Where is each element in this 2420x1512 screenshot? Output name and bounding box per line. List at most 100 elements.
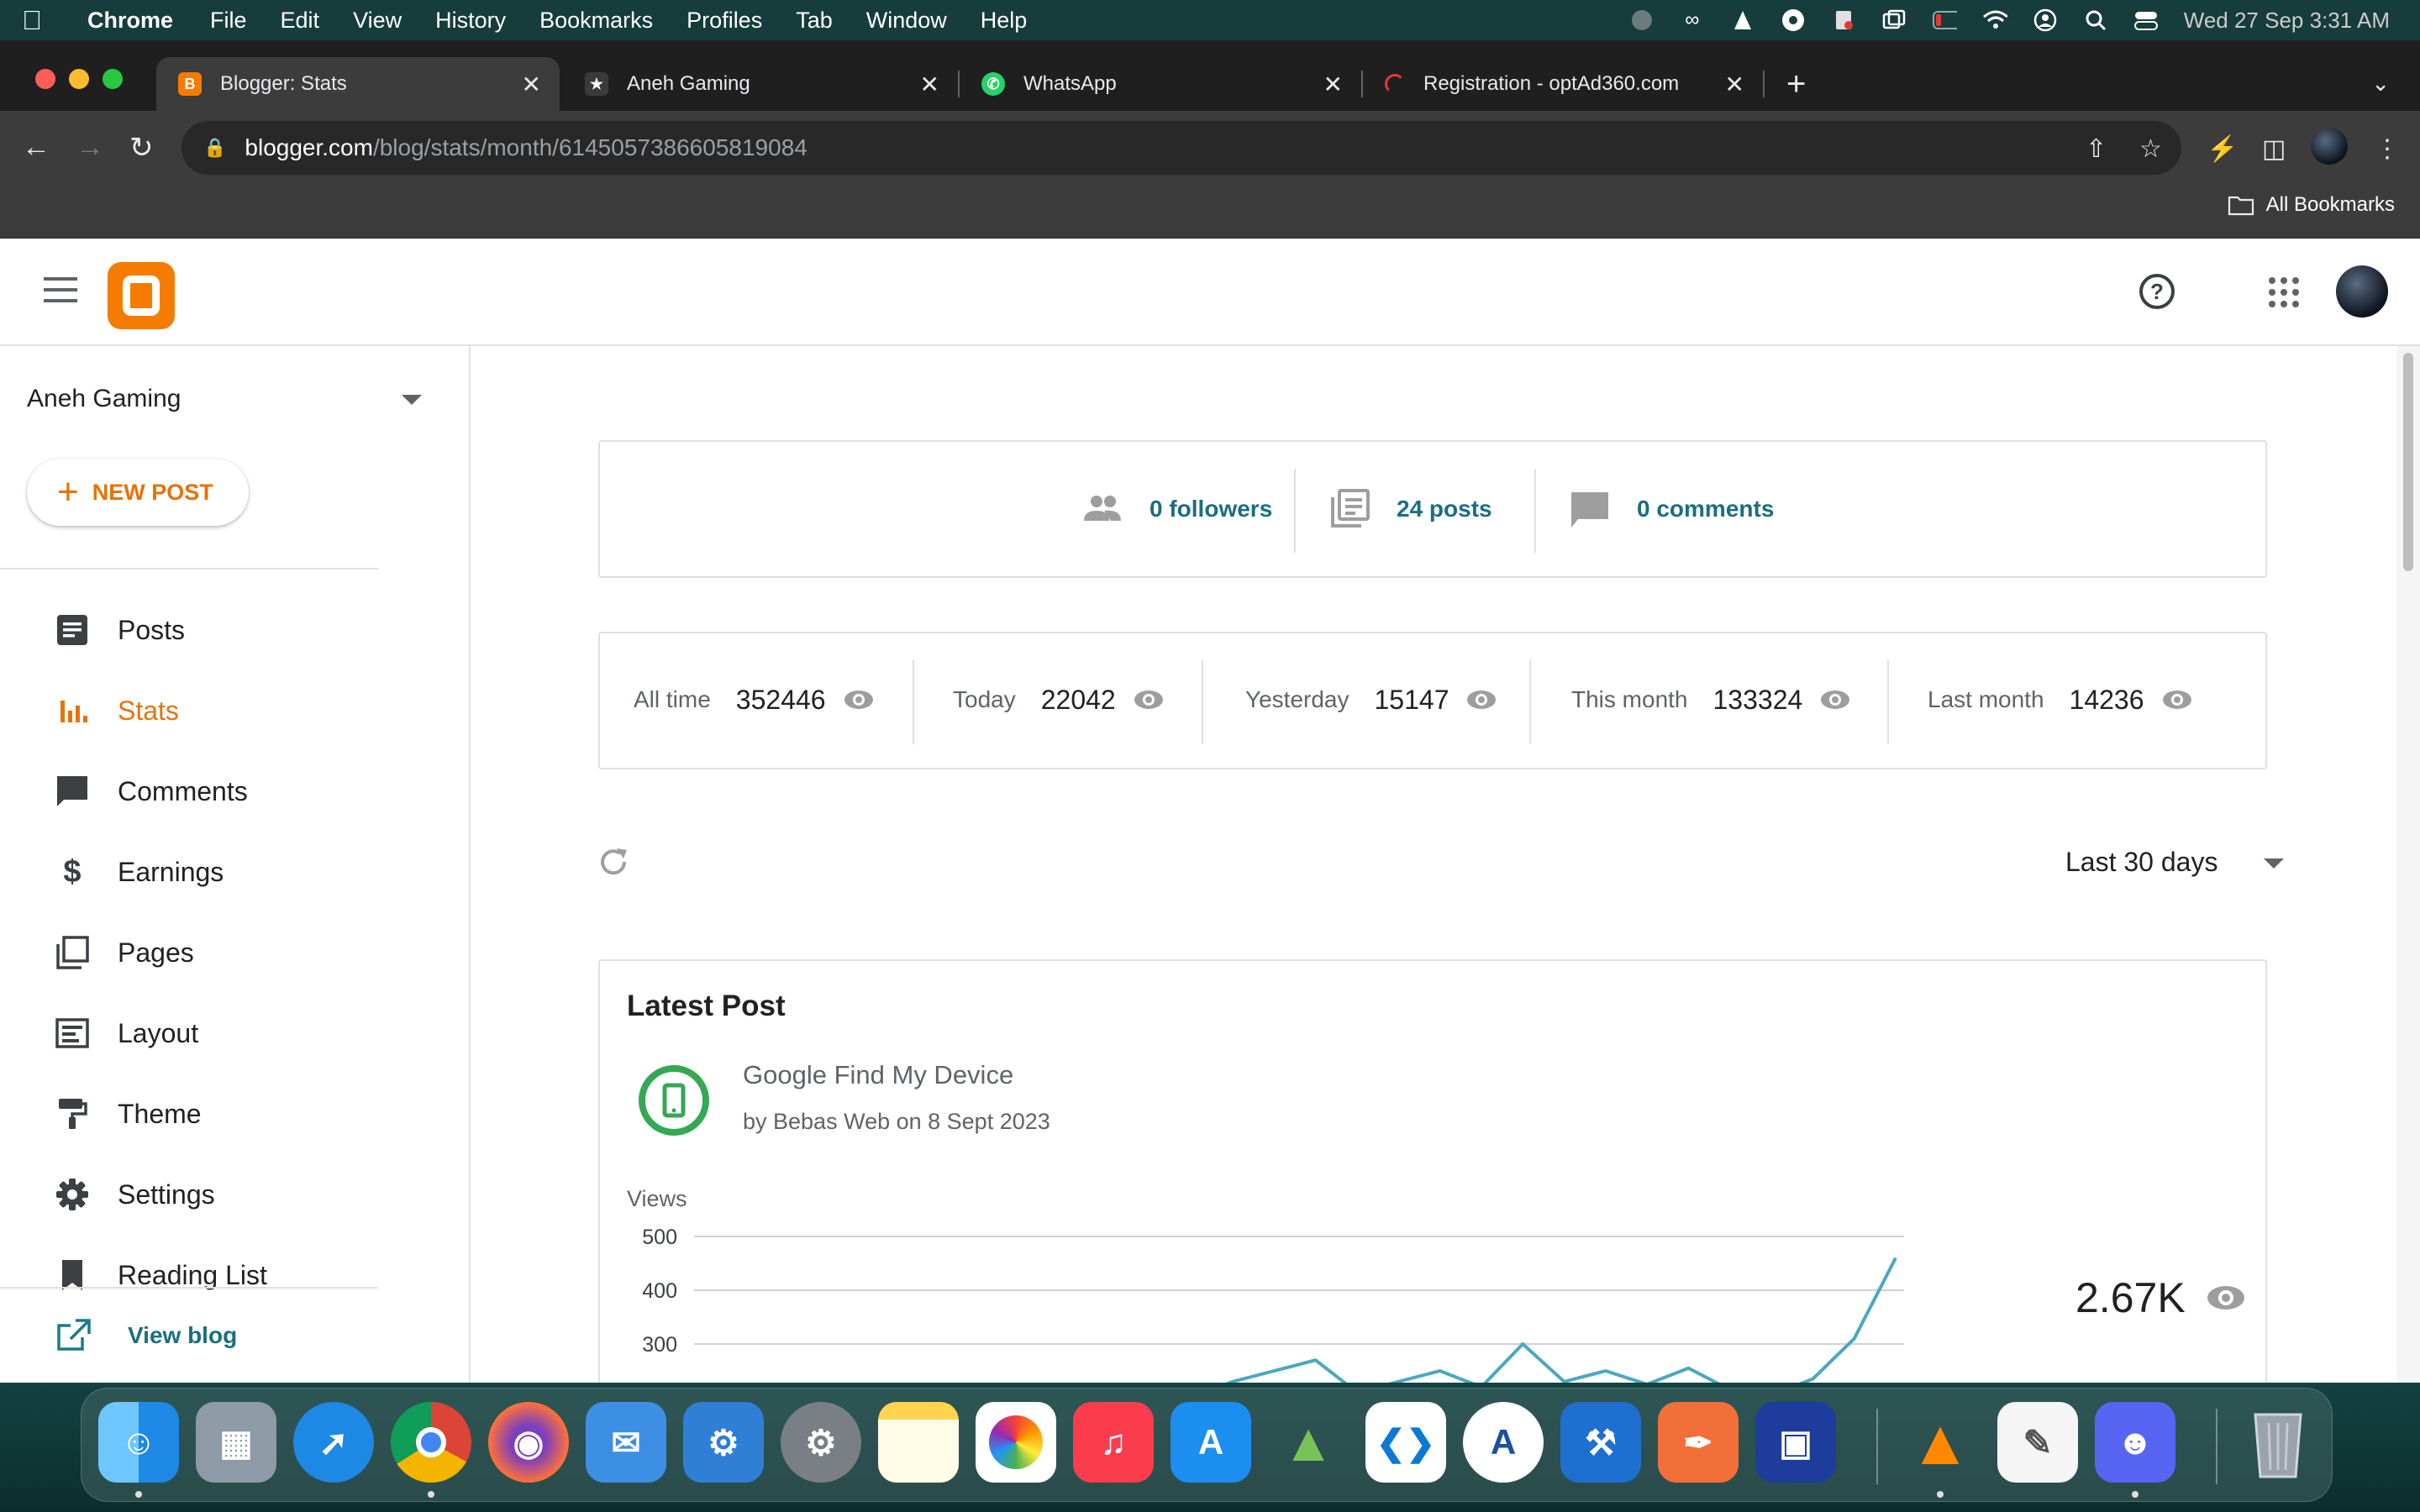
window-minimize-button[interactable] bbox=[69, 69, 89, 89]
blog-selector[interactable]: Aneh Gaming bbox=[27, 385, 181, 413]
tab-optad360-registration[interactable]: Registration - optAd360.com ✕ bbox=[1363, 60, 1763, 108]
control-center-icon[interactable] bbox=[2133, 8, 2159, 33]
new-post-button[interactable]: + NEW POST bbox=[27, 459, 249, 526]
reload-icon[interactable]: ↻ bbox=[129, 131, 154, 165]
hamburger-menu-icon[interactable] bbox=[44, 277, 77, 302]
virtualization-icon[interactable]: ▣ bbox=[1755, 1402, 1836, 1483]
vscode-icon[interactable]: ❮❯ bbox=[1365, 1402, 1446, 1483]
back-arrow-icon[interactable]: ← bbox=[22, 131, 50, 164]
help-icon[interactable]: ? bbox=[2139, 274, 2175, 309]
trash-icon[interactable] bbox=[2238, 1402, 2318, 1483]
date-range-select[interactable]: Last 30 days bbox=[2065, 847, 2217, 878]
music-icon[interactable]: ♫ bbox=[1073, 1402, 1154, 1483]
user-account-icon[interactable] bbox=[2033, 8, 2058, 33]
vlc-icon[interactable]: ▲ bbox=[1900, 1402, 1981, 1483]
sidebar-item-theme[interactable]: Theme bbox=[0, 1082, 378, 1146]
window-close-button[interactable] bbox=[35, 69, 55, 89]
google-apps-icon[interactable] bbox=[2269, 277, 2299, 307]
menu-edit[interactable]: Edit bbox=[281, 8, 320, 34]
account-avatar[interactable] bbox=[2336, 265, 2388, 318]
system-settings-icon[interactable]: ⚙ bbox=[781, 1402, 861, 1483]
app-store-icon[interactable]: A bbox=[1171, 1402, 1251, 1483]
chrome-menu-icon[interactable]: ⋮ bbox=[2375, 134, 2400, 164]
blogger-logo[interactable] bbox=[108, 262, 175, 329]
new-tab-plus-icon[interactable]: + bbox=[1786, 66, 1806, 103]
finder-icon[interactable]: ☺ bbox=[98, 1402, 179, 1483]
menu-bookmarks[interactable]: Bookmarks bbox=[539, 8, 653, 34]
all-bookmarks-button[interactable]: All Bookmarks bbox=[2228, 193, 2395, 217]
sidebar-item-reading-list[interactable]: Reading List bbox=[0, 1243, 378, 1307]
wifi-icon[interactable] bbox=[1982, 8, 2007, 33]
menu-tab[interactable]: Tab bbox=[796, 8, 833, 34]
views-label: This month bbox=[1571, 686, 1688, 712]
tab-blogger-stats[interactable]: B Blogger: Stats ✕ bbox=[156, 57, 560, 111]
profile-avatar-icon[interactable] bbox=[2311, 128, 2348, 165]
comments-summary[interactable]: 0 comments bbox=[1570, 489, 1774, 529]
scrollbar-thumb[interactable] bbox=[2403, 353, 2413, 571]
tab-whatsapp[interactable]: ✆ WhatsApp ✕ bbox=[960, 60, 1361, 108]
chevron-down-icon[interactable] bbox=[2264, 858, 2284, 869]
android-studio-icon[interactable]: ▲ bbox=[1268, 1402, 1349, 1483]
sidebar-item-earnings[interactable]: $ Earnings bbox=[0, 840, 378, 904]
discord-icon[interactable]: ☻ bbox=[2095, 1402, 2175, 1483]
blog-selector-caret-icon[interactable] bbox=[402, 395, 422, 405]
record-status-icon[interactable] bbox=[1629, 8, 1655, 33]
posts-summary[interactable]: 24 posts bbox=[1329, 489, 1492, 529]
launchpad-icon[interactable]: ▦ bbox=[196, 1402, 276, 1483]
tab-close-icon[interactable]: ✕ bbox=[1725, 71, 1744, 98]
sidebar-item-stats[interactable]: Stats bbox=[0, 679, 378, 743]
chrome-icon[interactable] bbox=[391, 1402, 471, 1483]
extension-icon[interactable]: ⚡ bbox=[2207, 134, 2238, 164]
firefox-icon[interactable]: ◉ bbox=[488, 1402, 569, 1483]
lock-icon[interactable]: 🔒 bbox=[203, 137, 226, 159]
battery-icon[interactable] bbox=[1932, 8, 1957, 33]
sidebar-item-posts[interactable]: Posts bbox=[0, 598, 378, 662]
tab-search-chevron-icon[interactable]: ⌄ bbox=[2371, 71, 2390, 97]
spotlight-search-icon[interactable] bbox=[2083, 8, 2108, 33]
latest-post-title[interactable]: Google Find My Device bbox=[743, 1060, 1013, 1090]
view-blog-link[interactable]: View blog bbox=[0, 1304, 378, 1368]
page-scrollbar[interactable] bbox=[2396, 346, 2420, 1383]
tab-close-icon[interactable]: ✕ bbox=[522, 71, 541, 98]
views-value: 14236 bbox=[2069, 684, 2144, 715]
safari-icon[interactable]: ➚ bbox=[293, 1402, 374, 1483]
notes-icon[interactable] bbox=[878, 1402, 959, 1483]
tab-close-icon[interactable]: ✕ bbox=[920, 71, 939, 98]
sidebar-item-settings[interactable]: Settings bbox=[0, 1163, 378, 1226]
postman-icon[interactable]: ✒ bbox=[1658, 1402, 1739, 1483]
tab-aneh-gaming[interactable]: ★ Aneh Gaming ✕ bbox=[563, 60, 958, 108]
eye-icon bbox=[2161, 684, 2193, 716]
share-icon[interactable]: ⇧ bbox=[2086, 134, 2107, 164]
menu-view[interactable]: View bbox=[353, 8, 402, 34]
sidebar-item-comments[interactable]: Comments bbox=[0, 759, 378, 823]
tab-close-icon[interactable]: ✕ bbox=[1323, 71, 1343, 98]
sidebar-item-pages[interactable]: Pages bbox=[0, 921, 378, 984]
side-panel-icon[interactable]: ◫ bbox=[2262, 134, 2286, 164]
xcode-icon[interactable]: ⚒ bbox=[1560, 1402, 1641, 1483]
forward-arrow-icon[interactable]: → bbox=[76, 131, 104, 164]
windows-status-icon[interactable] bbox=[1881, 8, 1907, 33]
refresh-icon[interactable] bbox=[597, 845, 630, 879]
menu-app-name[interactable]: Chrome bbox=[87, 8, 173, 34]
menu-history[interactable]: History bbox=[435, 8, 506, 34]
vlc-status-icon[interactable] bbox=[1730, 8, 1755, 33]
apple-icon[interactable]:  bbox=[22, 5, 69, 36]
menu-profiles[interactable]: Profiles bbox=[687, 8, 762, 34]
bookmark-star-icon[interactable]: ☆ bbox=[2139, 134, 2162, 164]
menu-help[interactable]: Help bbox=[981, 8, 1028, 34]
menubar-clock[interactable]: Wed 27 Sep 3:31 AM bbox=[2184, 8, 2390, 34]
followers-summary[interactable]: 0 followers bbox=[1082, 489, 1272, 529]
window-zoom-button[interactable] bbox=[103, 69, 123, 89]
swirl-status-icon[interactable]: ∞ bbox=[1680, 8, 1705, 33]
menu-window[interactable]: Window bbox=[866, 8, 947, 34]
textedit-icon[interactable]: ✎ bbox=[1997, 1402, 2078, 1483]
photos-icon[interactable] bbox=[976, 1402, 1056, 1483]
app-status-icon[interactable] bbox=[1831, 8, 1856, 33]
settings-status-icon[interactable] bbox=[1781, 8, 1806, 33]
address-bar[interactable]: 🔒 blogger.com/blog/stats/month/614505738… bbox=[182, 121, 2181, 175]
app-icon[interactable]: A bbox=[1463, 1402, 1544, 1483]
mail-icon[interactable]: ✉ bbox=[586, 1402, 666, 1483]
instruments-icon[interactable]: ⚙ bbox=[683, 1402, 764, 1483]
sidebar-item-layout[interactable]: Layout bbox=[0, 1001, 378, 1065]
menu-file[interactable]: File bbox=[210, 8, 247, 34]
